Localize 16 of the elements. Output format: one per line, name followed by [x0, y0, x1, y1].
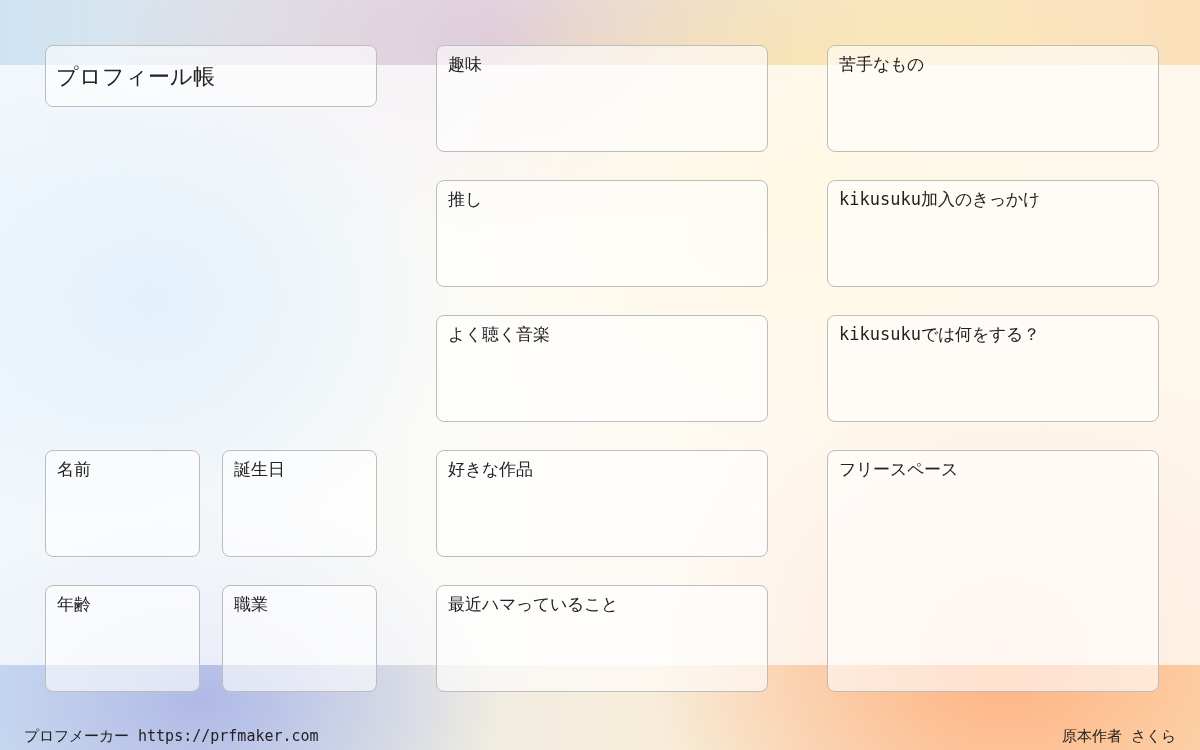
field-card: 誕生日: [222, 450, 377, 557]
footer-credit: プロフメーカー https://prfmaker.com: [24, 727, 319, 746]
field-card: 苦手なもの: [827, 45, 1159, 152]
footer-author: 原本作者 さくら: [1061, 727, 1176, 746]
field-card: 最近ハマっていること: [436, 585, 768, 692]
field-card: フリースペース: [827, 450, 1159, 692]
field-card: 推し: [436, 180, 768, 287]
field-card: よく聴く音楽: [436, 315, 768, 422]
title-card: プロフィール帳: [45, 45, 377, 107]
field-card: 職業: [222, 585, 377, 692]
field-card: 年齢: [45, 585, 200, 692]
field-card: 名前: [45, 450, 200, 557]
field-card: kikusukuでは何をする？: [827, 315, 1159, 422]
field-card: kikusuku加入のきっかけ: [827, 180, 1159, 287]
field-card: 趣味: [436, 45, 768, 152]
field-card: 好きな作品: [436, 450, 768, 557]
